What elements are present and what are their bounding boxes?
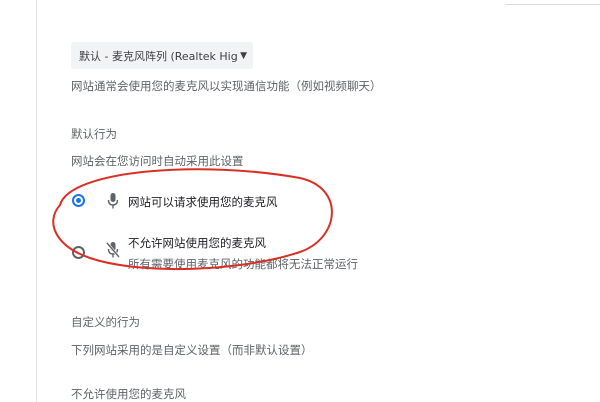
radio-allow-ask[interactable] — [72, 194, 85, 207]
mic-icon — [107, 193, 119, 209]
radio-block[interactable] — [72, 246, 85, 259]
page-left-divider — [36, 0, 37, 402]
option-allow-ask-label[interactable]: 网站可以请求使用您的麦克风 — [128, 194, 278, 210]
default-behavior-heading: 默认行为 — [71, 127, 117, 141]
custom-behavior-subtitle: 下列网站采用的是自定义设置（而非默认设置） — [71, 343, 313, 357]
mic-off-icon — [106, 242, 120, 258]
dropdown-arrow-icon: ▼ — [240, 50, 247, 61]
microphone-select-value: 默认 - 麦克风阵列 (Realtek High Definition Audi… — [79, 49, 238, 63]
microphone-select[interactable]: 默认 - 麦克风阵列 (Realtek High Definition Audi… — [71, 42, 253, 69]
option-block-sublabel: 所有需要使用麦克风的功能都将无法正常运行 — [128, 257, 358, 271]
default-behavior-subtitle: 网站会在您访问时自动采用此设置 — [71, 154, 244, 168]
option-block-label[interactable]: 不允许网站使用您的麦克风 — [128, 235, 266, 251]
blocked-sites-heading: 不允许使用您的麦克风 — [71, 387, 186, 401]
microphone-description: 网站通常会使用您的麦克风以实现通信功能（例如视频聊天） — [71, 79, 382, 93]
custom-behavior-heading: 自定义的行为 — [71, 315, 140, 329]
top-divider — [505, 4, 600, 5]
